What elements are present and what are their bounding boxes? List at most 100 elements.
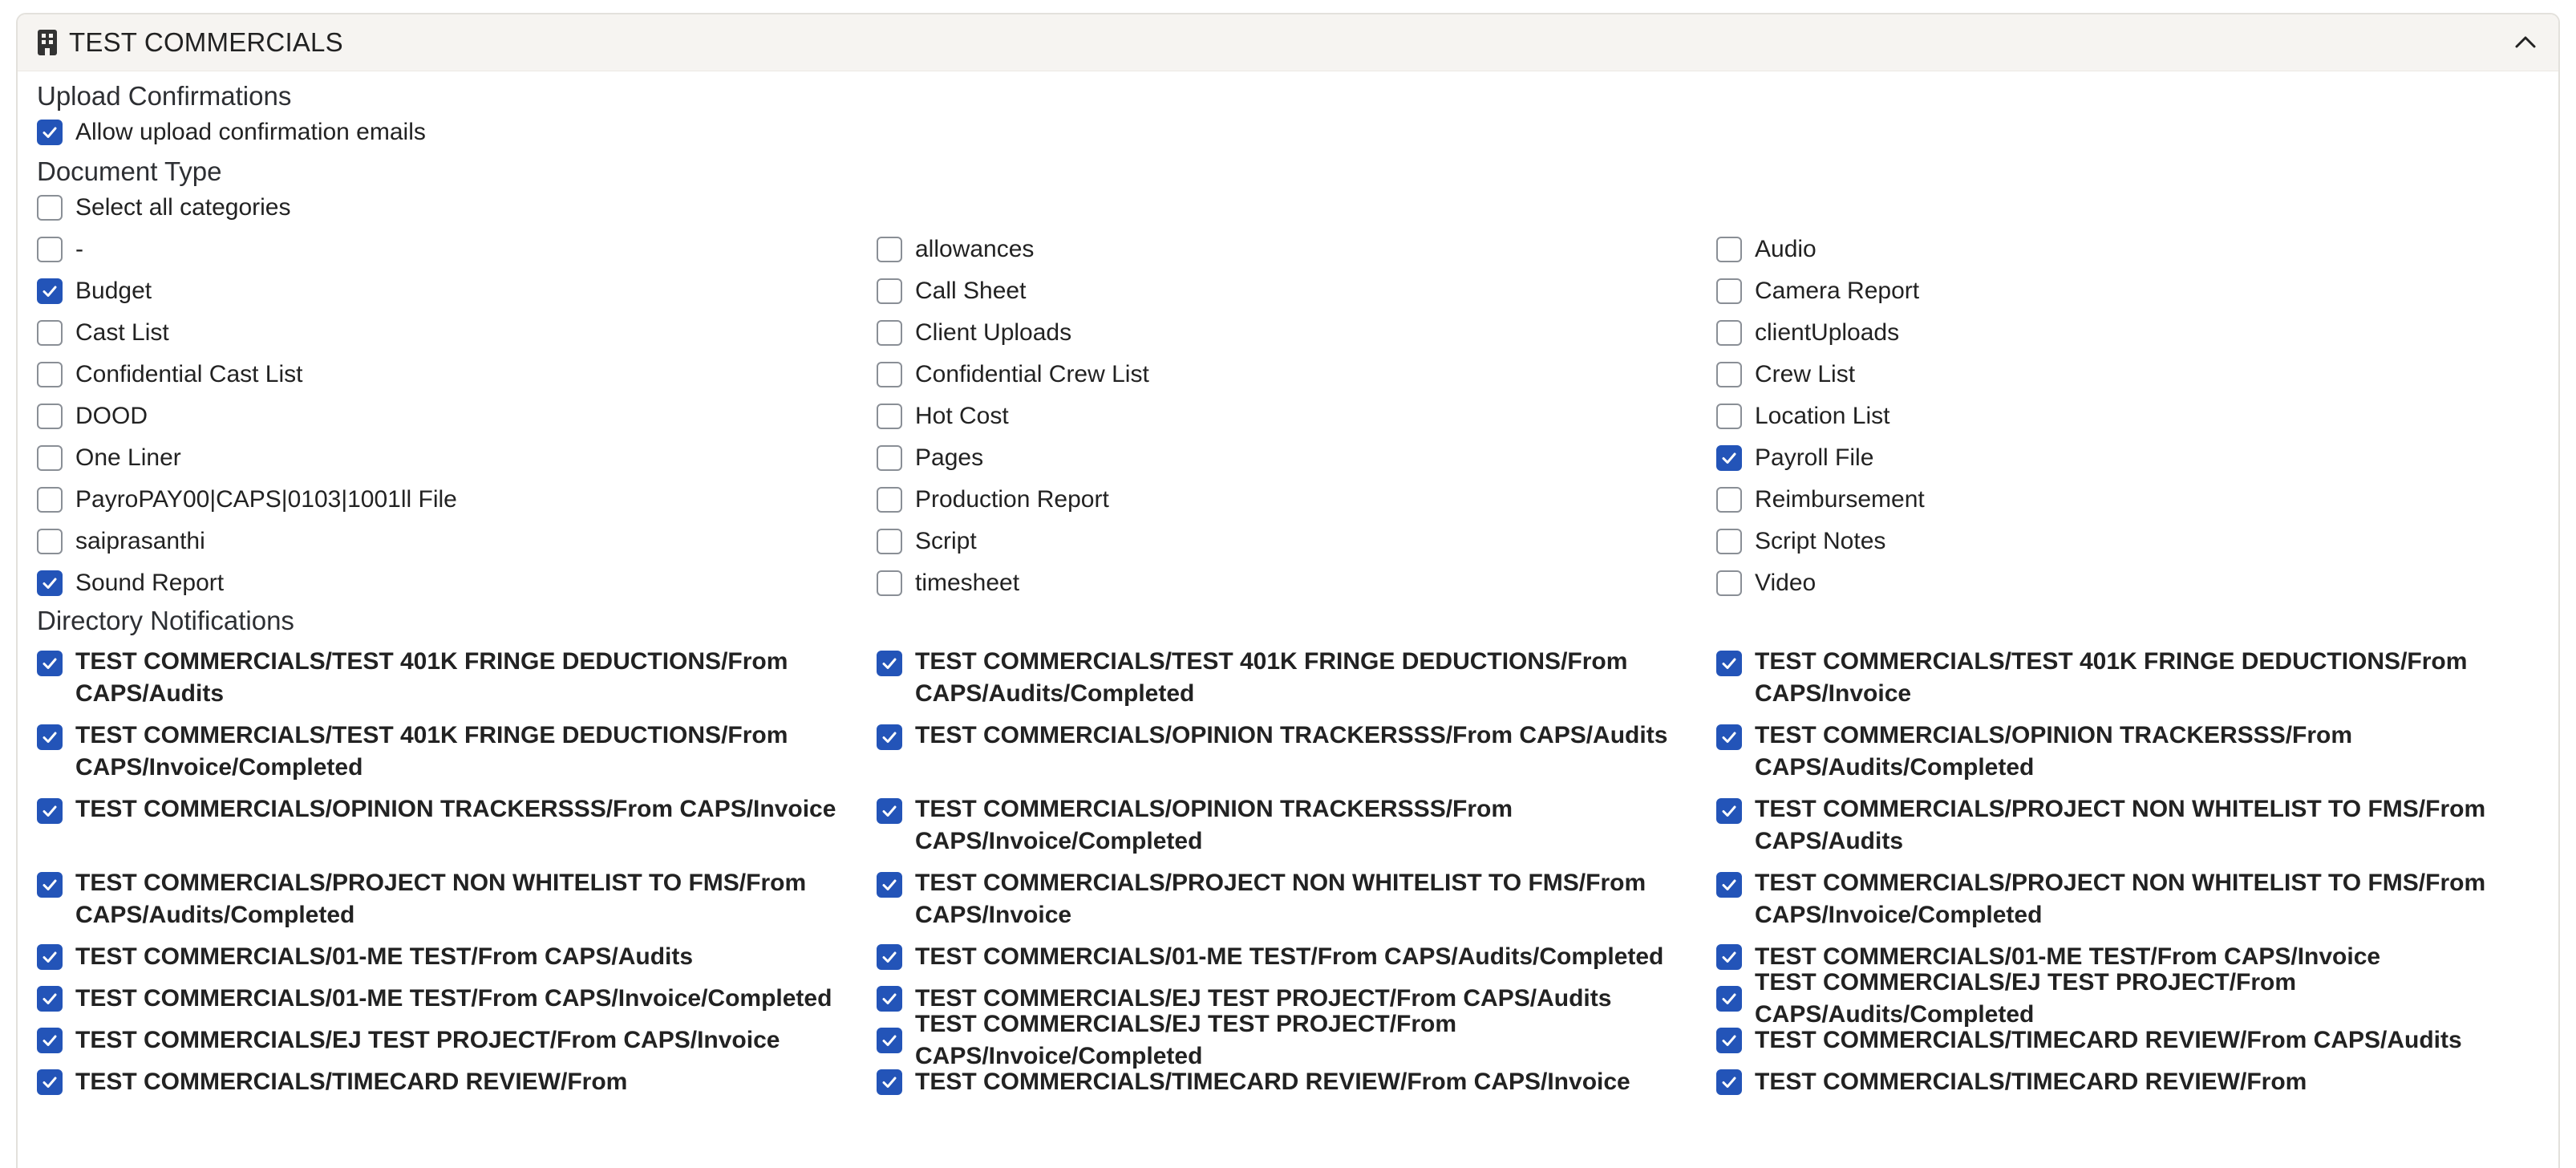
checkbox[interactable] [37,278,63,304]
chevron-up-icon[interactable] [2512,29,2539,56]
checkbox[interactable] [877,651,902,676]
checkbox-option[interactable]: timesheet [877,562,1716,604]
checkbox[interactable] [1716,1069,1742,1095]
checkbox-option[interactable]: Crew List [1716,354,2556,395]
checkbox[interactable] [1716,445,1742,471]
checkbox-option[interactable]: TEST COMMERCIALS/TEST 401K FRINGE DEDUCT… [37,715,877,789]
checkbox-option[interactable]: PayroPAY00|CAPS|0103|1001ll File [37,479,877,521]
checkbox-option[interactable]: Reimbursement [1716,479,2556,521]
checkbox-option[interactable]: saiprasanthi [37,521,877,562]
checkbox[interactable] [877,872,902,898]
checkbox-option[interactable]: - [37,229,877,270]
checkbox[interactable] [877,529,902,554]
checkbox[interactable] [1716,529,1742,554]
checkbox-option[interactable]: TEST COMMERCIALS/01-ME TEST/From CAPS/Au… [877,936,1716,978]
checkbox[interactable] [1716,320,1742,346]
checkbox-option[interactable]: TEST COMMERCIALS/PROJECT NON WHITELIST T… [1716,789,2556,862]
checkbox[interactable] [877,278,902,304]
checkbox-option[interactable]: TEST COMMERCIALS/01-ME TEST/From CAPS/Au… [37,936,877,978]
checkbox[interactable] [877,1028,902,1053]
checkbox-option[interactable]: Client Uploads [877,312,1716,354]
checkbox-option[interactable]: Hot Cost [877,395,1716,437]
checkbox[interactable] [37,986,63,1012]
checkbox-option[interactable]: Pages [877,437,1716,479]
checkbox-option[interactable]: TEST COMMERCIALS/OPINION TRACKERSSS/From… [1716,715,2556,789]
checkbox[interactable] [37,944,63,970]
checkbox[interactable] [37,404,63,429]
checkbox[interactable] [1716,278,1742,304]
checkbox[interactable] [1716,1028,1742,1053]
checkbox[interactable] [1716,487,1742,513]
checkbox-option[interactable]: TEST COMMERCIALS/OPINION TRACKERSSS/From… [877,789,1716,862]
checkbox-option[interactable]: Script Notes [1716,521,2556,562]
checkbox[interactable] [1716,651,1742,676]
checkbox-option[interactable]: TEST COMMERCIALS/EJ TEST PROJECT/From CA… [1716,969,2556,1028]
checkbox[interactable] [1716,404,1742,429]
checkbox-option[interactable]: TEST COMMERCIALS/OPINION TRACKERSSS/From… [877,715,1716,789]
checkbox[interactable] [877,798,902,824]
checkbox-option[interactable]: DOOD [37,395,877,437]
panel-header[interactable]: TEST COMMERCIALS [18,14,2558,71]
checkbox-option[interactable]: TEST COMMERCIALS/TEST 401K FRINGE DEDUCT… [877,641,1716,715]
checkbox-option[interactable]: clientUploads [1716,312,2556,354]
allow-upload-confirmation-option[interactable]: Allow upload confirmation emails [37,112,2558,153]
checkbox[interactable] [1716,986,1742,1012]
checkbox[interactable] [37,320,63,346]
checkbox[interactable] [1716,362,1742,387]
checkbox[interactable] [1716,237,1742,262]
checkbox-option[interactable]: Cast List [37,312,877,354]
checkbox-option[interactable]: TEST COMMERCIALS/PROJECT NON WHITELIST T… [877,862,1716,936]
checkbox[interactable] [1716,944,1742,970]
checkbox-option[interactable]: TEST COMMERCIALS/EJ TEST PROJECT/From CA… [37,1020,877,1061]
checkbox[interactable] [877,445,902,471]
checkbox-option[interactable]: Camera Report [1716,270,2556,312]
checkbox[interactable] [37,237,63,262]
checkbox-option[interactable]: Production Report [877,479,1716,521]
select-all-categories-option[interactable]: Select all categories [37,187,2558,229]
checkbox-option[interactable]: Location List [1716,395,2556,437]
checkbox[interactable] [37,120,63,145]
checkbox[interactable] [37,872,63,898]
checkbox-option[interactable]: TEST COMMERCIALS/01-ME TEST/From CAPS/In… [37,978,877,1020]
checkbox-option[interactable]: TEST COMMERCIALS/TEST 401K FRINGE DEDUCT… [1716,641,2556,715]
checkbox[interactable] [1716,724,1742,750]
checkbox[interactable] [877,986,902,1012]
checkbox[interactable] [1716,872,1742,898]
checkbox[interactable] [877,724,902,750]
checkbox-option[interactable]: Video [1716,562,2556,604]
checkbox[interactable] [877,404,902,429]
checkbox[interactable] [877,320,902,346]
checkbox[interactable] [877,944,902,970]
checkbox[interactable] [37,570,63,596]
checkbox[interactable] [37,487,63,513]
checkbox-option[interactable]: TEST COMMERCIALS/OPINION TRACKERSSS/From… [37,789,877,862]
checkbox[interactable] [37,445,63,471]
checkbox[interactable] [37,362,63,387]
checkbox-option[interactable]: TEST COMMERCIALS/EJ TEST PROJECT/From CA… [877,1011,1716,1069]
checkbox-option[interactable]: TEST COMMERCIALS/TIMECARD REVIEW/From [1716,1061,2556,1103]
checkbox-option[interactable]: Confidential Crew List [877,354,1716,395]
checkbox[interactable] [877,487,902,513]
checkbox[interactable] [877,362,902,387]
checkbox[interactable] [37,1028,63,1053]
checkbox[interactable] [1716,798,1742,824]
checkbox-option[interactable]: TEST COMMERCIALS/TEST 401K FRINGE DEDUCT… [37,641,877,715]
checkbox-option[interactable]: Budget [37,270,877,312]
checkbox[interactable] [877,570,902,596]
checkbox[interactable] [877,1069,902,1095]
checkbox[interactable] [37,798,63,824]
checkbox[interactable] [877,237,902,262]
checkbox-option[interactable]: One Liner [37,437,877,479]
checkbox-option[interactable]: TEST COMMERCIALS/TIMECARD REVIEW/From CA… [1716,1020,2556,1061]
checkbox-option[interactable]: Script [877,521,1716,562]
checkbox-option[interactable]: allowances [877,229,1716,270]
checkbox[interactable] [37,529,63,554]
checkbox-option[interactable]: TEST COMMERCIALS/TIMECARD REVIEW/From [37,1061,877,1103]
checkbox-option[interactable]: Confidential Cast List [37,354,877,395]
checkbox-option[interactable]: TEST COMMERCIALS/PROJECT NON WHITELIST T… [37,862,877,936]
checkbox-option[interactable]: Call Sheet [877,270,1716,312]
checkbox-option[interactable]: Payroll File [1716,437,2556,479]
checkbox-option[interactable]: Sound Report [37,562,877,604]
checkbox[interactable] [1716,570,1742,596]
checkbox-option[interactable]: Audio [1716,229,2556,270]
